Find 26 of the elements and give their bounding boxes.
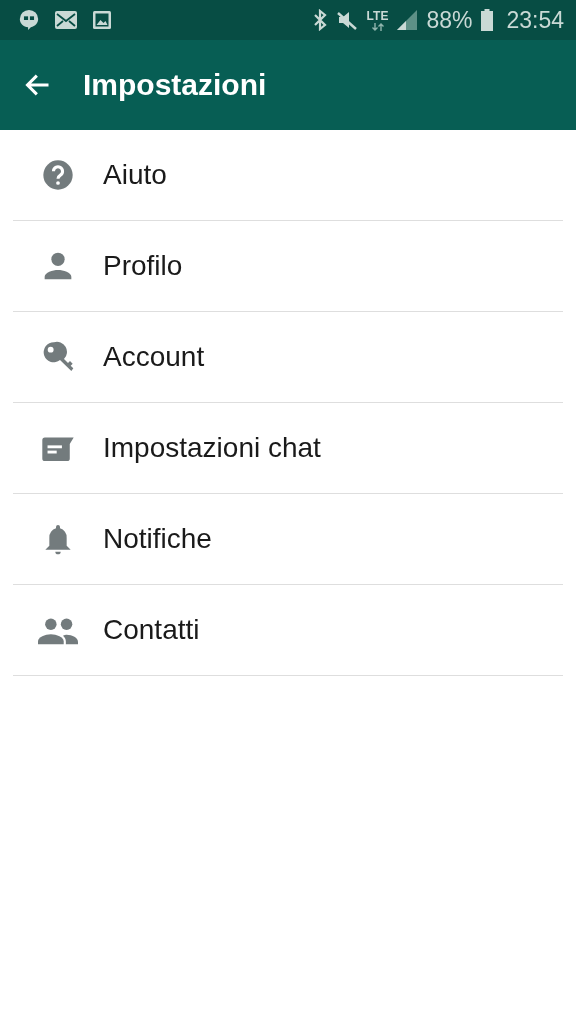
mail-icon — [54, 10, 78, 30]
item-label: Impostazioni chat — [103, 432, 321, 464]
signal-icon — [397, 10, 418, 30]
quote-bubble-icon — [18, 9, 40, 31]
item-label: Aiuto — [103, 159, 167, 191]
image-icon — [92, 10, 112, 30]
item-label: Notifiche — [103, 523, 212, 555]
battery-icon — [481, 9, 494, 31]
data-arrows-icon — [371, 22, 384, 31]
settings-item[interactable]: Account — [13, 312, 563, 403]
settings-item[interactable]: Profilo — [13, 221, 563, 312]
settings-item[interactable]: Contatti — [13, 585, 563, 676]
settings-item[interactable]: Notifiche — [13, 494, 563, 585]
help-icon — [41, 159, 75, 191]
clock-time: 23:54 — [506, 6, 564, 34]
item-label: Account — [103, 341, 205, 373]
battery-percent: 88% — [426, 6, 473, 34]
item-label: Contatti — [103, 614, 200, 646]
key-icon — [41, 341, 75, 373]
settings-item[interactable]: Impostazioni chat — [13, 403, 563, 494]
network-label: LTE — [366, 9, 389, 23]
item-label: Profilo — [103, 250, 183, 282]
screen-title: Impostazioni — [83, 68, 267, 102]
bluetooth-icon — [312, 9, 327, 31]
settings-item[interactable]: Aiuto — [13, 130, 563, 221]
mute-icon — [335, 9, 358, 31]
